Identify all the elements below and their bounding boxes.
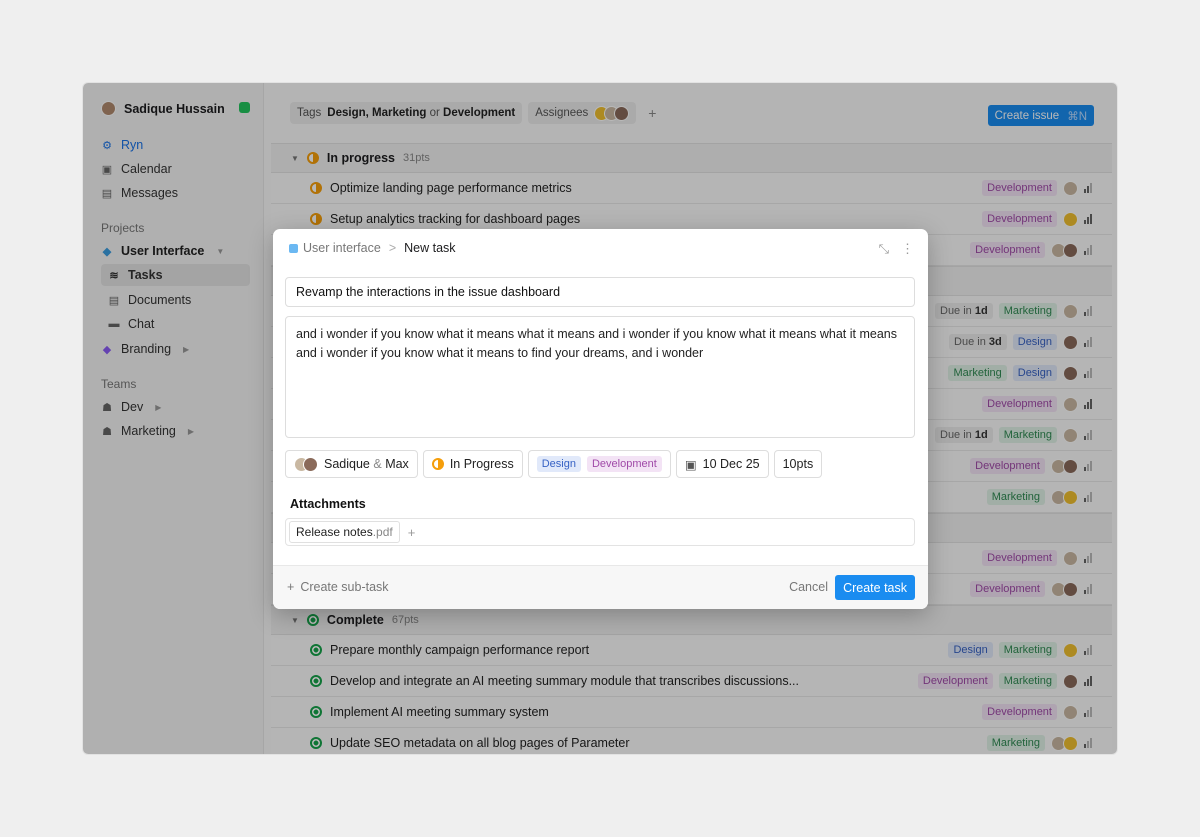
cancel-button[interactable]: Cancel xyxy=(789,580,828,594)
points-picker[interactable]: 10pts xyxy=(773,450,823,478)
file-extension: .pdf xyxy=(372,525,393,539)
assignee-picker[interactable]: Sadique & Max xyxy=(285,450,418,478)
plus-icon: + xyxy=(287,580,295,594)
more-options-icon[interactable]: ⋮ xyxy=(901,241,914,257)
task-description-input[interactable]: and i wonder if you know what it means w… xyxy=(285,316,915,438)
task-properties: Sadique & Max In Progress Design Develop… xyxy=(285,450,823,478)
avatar xyxy=(303,456,318,472)
create-task-button[interactable]: Create task xyxy=(835,575,915,600)
task-title-input[interactable]: Revamp the interactions in the issue das… xyxy=(285,277,915,307)
attachments-list: Release notes .pdf + xyxy=(285,518,915,546)
tags-picker[interactable]: Design Development xyxy=(527,450,671,478)
calendar-icon: ▣ xyxy=(684,457,697,472)
status-label: In Progress xyxy=(449,457,514,471)
in-progress-icon xyxy=(431,458,444,470)
attachment-file[interactable]: Release notes .pdf xyxy=(289,521,400,543)
new-task-modal: User interface > New task ⤡ ⋮ Revamp the… xyxy=(273,229,928,609)
due-date-label: 10 Dec 25 xyxy=(702,457,760,471)
attachments-heading: Attachments xyxy=(290,497,366,511)
points-label: 10pts xyxy=(782,457,814,471)
file-name: Release notes xyxy=(296,525,373,539)
assignee-separator: & xyxy=(373,457,382,471)
button-label: Create sub-task xyxy=(300,580,389,594)
due-date-picker[interactable]: ▣ 10 Dec 25 xyxy=(675,450,769,478)
breadcrumb-project[interactable]: User interface xyxy=(289,241,381,255)
create-subtask-button[interactable]: + Create sub-task xyxy=(287,580,389,594)
modal-actions: ⤡ ⋮ xyxy=(879,241,914,257)
tag-badge: Design xyxy=(536,456,581,472)
expand-icon[interactable]: ⤡ xyxy=(879,241,889,257)
breadcrumb-current: New task xyxy=(404,241,456,255)
tag-badge: Development xyxy=(586,456,662,472)
assignee-name: Sadique xyxy=(324,457,370,471)
modal-footer: + Create sub-task Cancel Create task xyxy=(273,565,928,609)
add-attachment-button[interactable]: + xyxy=(408,525,416,540)
assignee-name: Max xyxy=(385,457,409,471)
project-color-icon xyxy=(289,243,298,253)
breadcrumb-project-label: User interface xyxy=(303,241,381,255)
status-picker[interactable]: In Progress xyxy=(422,450,523,478)
chevron-right-icon: > xyxy=(388,241,397,255)
breadcrumb: User interface > New task xyxy=(289,241,456,255)
